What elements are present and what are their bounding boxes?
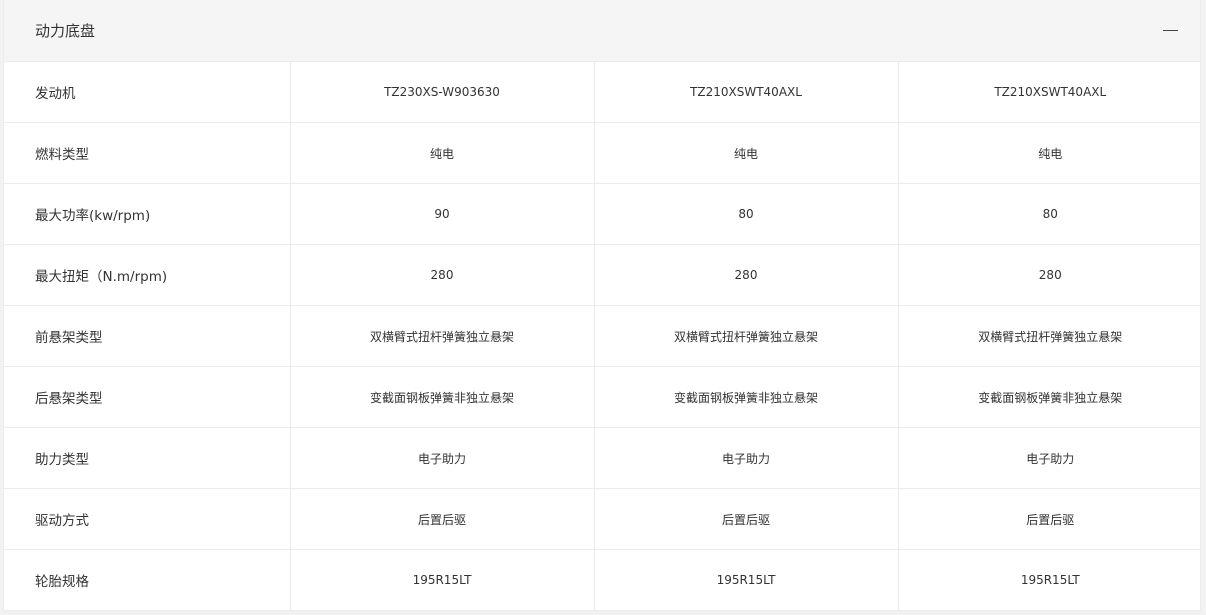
table-cell: 电子助力: [594, 427, 899, 489]
row-label: 最大功率(kw/rpm): [4, 183, 291, 245]
table-row: 最大扭矩（N.m/rpm) 280 280 280: [4, 244, 1202, 306]
section-header[interactable]: 动力底盘: [4, 0, 1200, 62]
table-cell: 后置后驱: [898, 488, 1202, 550]
table-cell: 280: [290, 244, 595, 306]
table-cell: 后置后驱: [290, 488, 595, 550]
table-cell: 280: [594, 244, 899, 306]
row-label: 驱动方式: [4, 488, 291, 550]
table-cell: 195R15LT: [290, 549, 595, 611]
row-label: 最大扭矩（N.m/rpm): [4, 244, 291, 306]
table-cell: 80: [594, 183, 899, 245]
table-row: 发动机 TZ230XS-W903630 TZ210XSWT40AXL TZ210…: [4, 62, 1202, 123]
table-cell: 电子助力: [290, 427, 595, 489]
row-label: 燃料类型: [4, 122, 291, 184]
table-cell: 纯电: [898, 122, 1202, 184]
table-cell: TZ230XS-W903630: [290, 62, 595, 123]
table-cell: 80: [898, 183, 1202, 245]
section-title: 动力底盘: [35, 22, 96, 40]
table-cell: 电子助力: [898, 427, 1202, 489]
table-row: 燃料类型 纯电 纯电 纯电: [4, 122, 1202, 184]
minus-icon[interactable]: [1162, 23, 1178, 39]
table-row: 驱动方式 后置后驱 后置后驱 后置后驱: [4, 488, 1202, 550]
table-cell: 280: [898, 244, 1202, 306]
table-cell: 变截面钢板弹簧非独立悬架: [898, 366, 1202, 428]
row-label: 助力类型: [4, 427, 291, 489]
table-row: 轮胎规格 195R15LT 195R15LT 195R15LT: [4, 549, 1202, 611]
table-row: 助力类型 电子助力 电子助力 电子助力: [4, 427, 1202, 489]
table-row: 最大功率(kw/rpm) 90 80 80: [4, 183, 1202, 245]
table-cell: 90: [290, 183, 595, 245]
spec-panel: 动力底盘 发动机 TZ230XS-W903630 TZ210XSWT40AXL …: [3, 0, 1202, 611]
row-label: 后悬架类型: [4, 366, 291, 428]
row-label: 前悬架类型: [4, 305, 291, 367]
row-label: 轮胎规格: [4, 549, 291, 611]
table-row: 前悬架类型 双横臂式扭杆弹簧独立悬架 双横臂式扭杆弹簧独立悬架 双横臂式扭杆弹簧…: [4, 305, 1202, 367]
spec-table: 发动机 TZ230XS-W903630 TZ210XSWT40AXL TZ210…: [4, 62, 1202, 611]
table-cell: 变截面钢板弹簧非独立悬架: [290, 366, 595, 428]
table-cell: 双横臂式扭杆弹簧独立悬架: [290, 305, 595, 367]
table-cell: 后置后驱: [594, 488, 899, 550]
table-cell: TZ210XSWT40AXL: [594, 62, 899, 123]
table-cell: 双横臂式扭杆弹簧独立悬架: [898, 305, 1202, 367]
table-cell: 变截面钢板弹簧非独立悬架: [594, 366, 899, 428]
table-cell: 195R15LT: [898, 549, 1202, 611]
table-cell: 双横臂式扭杆弹簧独立悬架: [594, 305, 899, 367]
table-cell: 纯电: [594, 122, 899, 184]
table-row: 后悬架类型 变截面钢板弹簧非独立悬架 变截面钢板弹簧非独立悬架 变截面钢板弹簧非…: [4, 366, 1202, 428]
table-cell: TZ210XSWT40AXL: [898, 62, 1202, 123]
table-cell: 195R15LT: [594, 549, 899, 611]
table-cell: 纯电: [290, 122, 595, 184]
row-label: 发动机: [4, 62, 291, 123]
